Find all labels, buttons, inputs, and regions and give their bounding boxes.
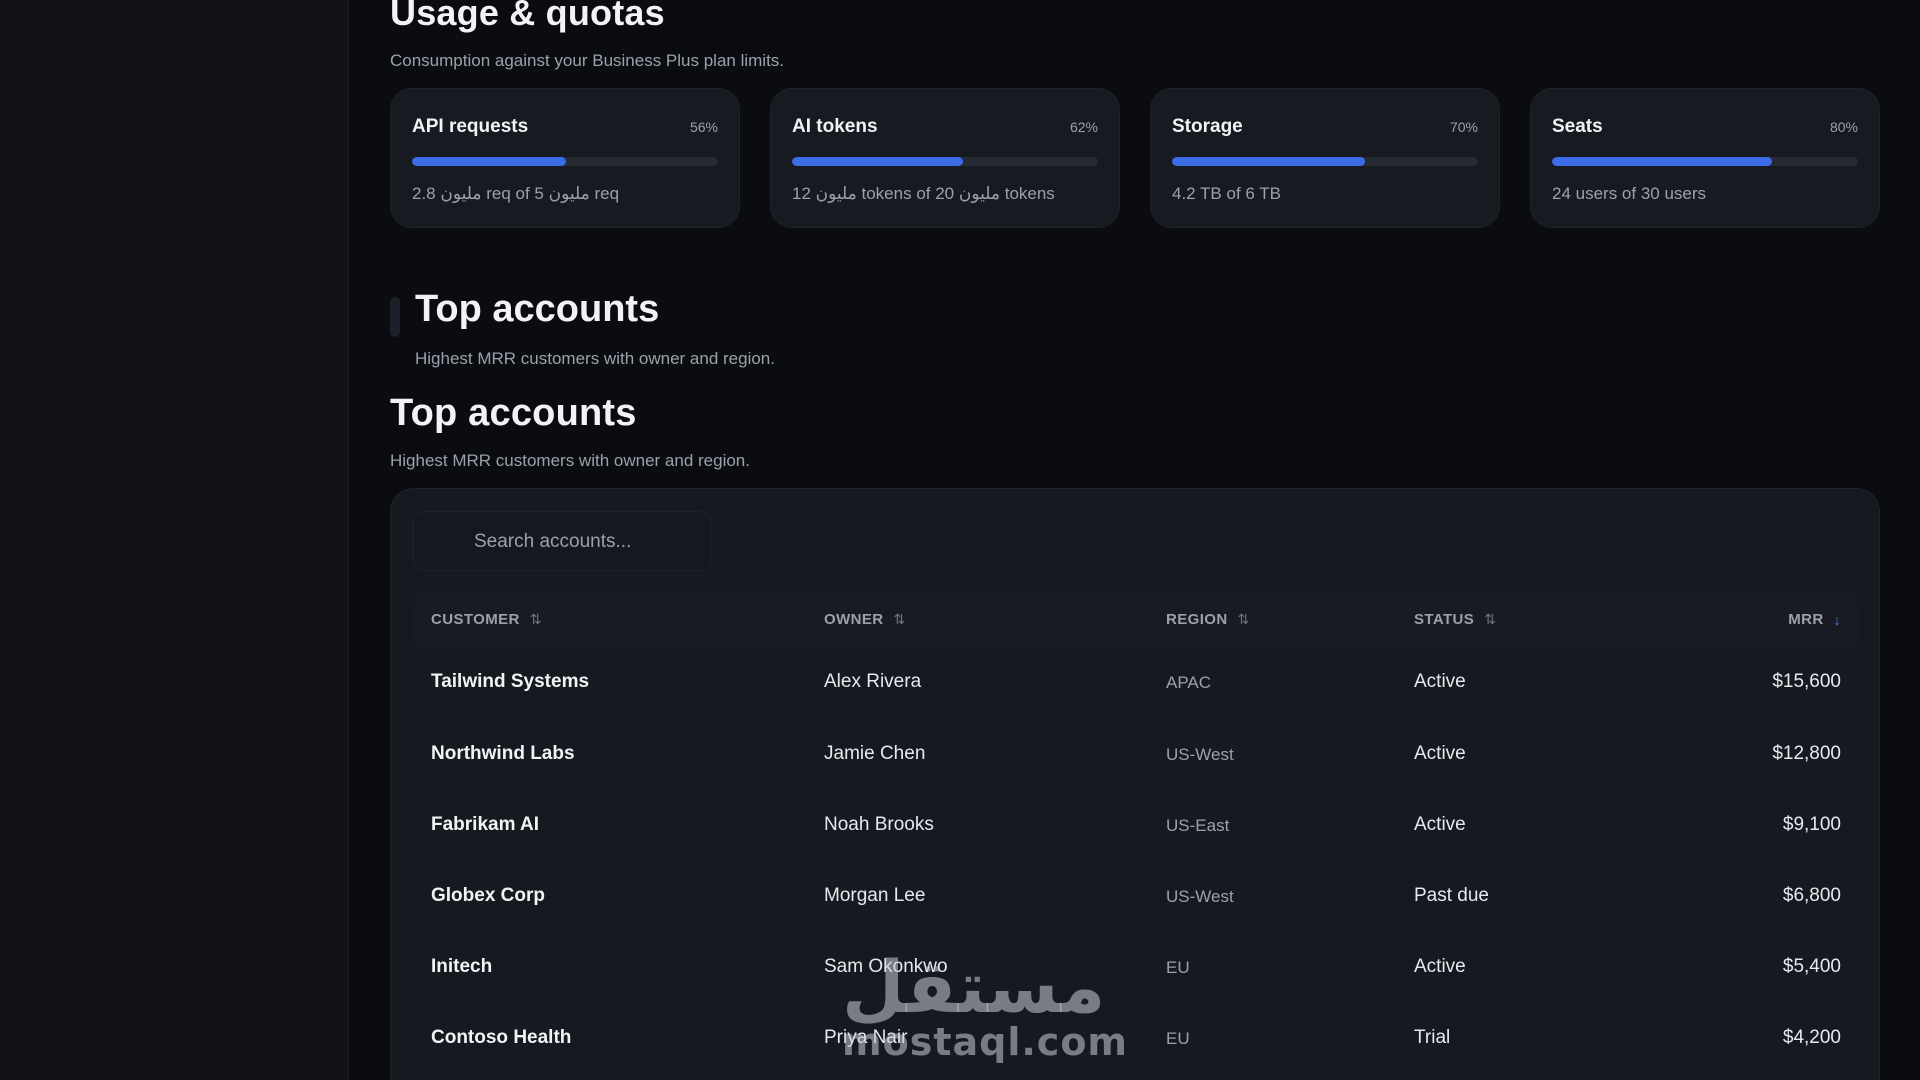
usage-card-ai-tokens: AI tokens 62% 12 مليون tokens of 20 مليو… <box>770 88 1120 228</box>
cell-owner: Alex Rivera <box>824 671 922 692</box>
column-label: REGION <box>1166 611 1228 628</box>
usage-progress-fill <box>412 157 567 166</box>
usage-progress-fill <box>1172 157 1365 166</box>
section-accent-bar <box>390 297 400 337</box>
usage-progress-track <box>792 157 1098 166</box>
usage-card-detail: 2.8 مليون req of 5 مليون req <box>412 184 620 203</box>
cell-owner: Noah Brooks <box>824 814 934 835</box>
sidebar <box>0 0 349 1080</box>
column-label: MRR <box>1788 611 1824 628</box>
column-label: CUSTOMER <box>431 611 520 628</box>
table-row[interactable]: Tailwind Systems Alex Rivera APAC Active… <box>413 647 1859 718</box>
usage-title: Usage & quotas <box>390 0 665 33</box>
sort-icon[interactable]: ⇅ <box>530 611 542 628</box>
usage-cards: API requests 56% 2.8 مليون req of 5 مليو… <box>390 88 1880 228</box>
usage-progress-track <box>1552 157 1858 166</box>
cell-owner: Morgan Lee <box>824 885 926 906</box>
usage-card-detail: 24 users of 30 users <box>1552 184 1707 203</box>
top-accounts-subtitle: Highest MRR customers with owner and reg… <box>390 451 750 470</box>
cell-region: APAC <box>1166 673 1212 692</box>
main-content: Usage & quotas Consumption against your … <box>390 0 1880 1080</box>
cell-customer: Contoso Health <box>431 1027 572 1048</box>
usage-card-storage: Storage 70% 4.2 TB of 6 TB <box>1150 88 1500 228</box>
usage-progress-fill <box>792 157 963 166</box>
sort-icon[interactable]: ⇅ <box>1484 611 1496 628</box>
cell-mrr: $5,400 <box>1782 956 1841 977</box>
cell-owner: Jamie Chen <box>824 743 926 764</box>
cell-mrr: $9,100 <box>1782 814 1841 835</box>
cell-region: US-East <box>1166 816 1230 835</box>
cell-status: Active <box>1414 956 1466 977</box>
table-row[interactable]: Fabrikam AI Noah Brooks US-East Active $… <box>413 789 1859 860</box>
table-row[interactable]: Contoso Health Priya Nair EU Trial $4,20… <box>413 1002 1859 1073</box>
usage-progress-track <box>1172 157 1478 166</box>
column-header-customer[interactable]: CUSTOMER ⇅ <box>431 611 542 628</box>
top-accounts-title: Top accounts <box>390 392 637 434</box>
usage-card-title: Storage <box>1172 116 1243 137</box>
usage-card-percent: 80% <box>1829 119 1858 135</box>
usage-card-seats: Seats 80% 24 users of 30 users <box>1530 88 1880 228</box>
sort-desc-icon[interactable]: ↓ <box>1834 612 1841 628</box>
cell-owner: Sam Okonkwo <box>824 956 948 977</box>
table-row[interactable]: Initech Sam Okonkwo EU Active $5,400 <box>413 931 1859 1002</box>
cell-mrr: $12,800 <box>1772 743 1841 764</box>
table-row[interactable]: Northwind Labs Jamie Chen US-West Active… <box>413 718 1859 789</box>
usage-card-title: API requests <box>412 116 529 137</box>
cell-region: US-West <box>1166 887 1234 906</box>
search-placeholder[interactable]: Search accounts... <box>474 531 631 553</box>
table-header: CUSTOMER ⇅ OWNER ⇅ REGION ⇅ STATUS ⇅ MRR… <box>413 591 1859 647</box>
table-row[interactable]: Globex Corp Morgan Lee US-West Past due … <box>413 860 1859 931</box>
cell-status: Past due <box>1414 885 1489 906</box>
cell-mrr: $15,600 <box>1772 671 1841 692</box>
sort-icon[interactable]: ⇅ <box>1238 611 1250 628</box>
search-accounts-input[interactable]: Search accounts... <box>413 511 711 571</box>
top-accounts-heading-duplicate: Top accounts <box>415 288 660 330</box>
cell-mrr: $6,800 <box>1782 885 1841 906</box>
usage-card-title: Seats <box>1552 116 1603 137</box>
column-header-mrr[interactable]: MRR ↓ <box>1788 611 1841 628</box>
column-header-owner[interactable]: OWNER ⇅ <box>824 611 906 628</box>
column-header-status[interactable]: STATUS ⇅ <box>1414 611 1496 628</box>
app: Usage & quotas Consumption against your … <box>0 0 1920 1080</box>
usage-progress-fill <box>1552 157 1773 166</box>
usage-card-detail: 4.2 TB of 6 TB <box>1172 184 1281 203</box>
accounts-table: CUSTOMER ⇅ OWNER ⇅ REGION ⇅ STATUS ⇅ MRR… <box>413 591 1859 1073</box>
table-body: Tailwind Systems Alex Rivera APAC Active… <box>413 647 1859 1073</box>
sort-icon[interactable]: ⇅ <box>894 611 906 628</box>
cell-status: Active <box>1414 743 1466 764</box>
cell-status: Trial <box>1414 1027 1451 1048</box>
usage-card-percent: 70% <box>1449 119 1478 135</box>
column-label: STATUS <box>1414 611 1475 628</box>
column-label: OWNER <box>824 611 884 628</box>
usage-card-api-requests: API requests 56% 2.8 مليون req of 5 مليو… <box>390 88 740 228</box>
cell-customer: Initech <box>431 956 493 977</box>
usage-card-percent: 56% <box>689 119 718 135</box>
cell-customer: Tailwind Systems <box>431 671 590 692</box>
cell-region: EU <box>1166 958 1190 977</box>
cell-customer: Northwind Labs <box>431 743 575 764</box>
cell-region: EU <box>1166 1029 1190 1048</box>
cell-owner: Priya Nair <box>824 1027 908 1048</box>
cell-customer: Fabrikam AI <box>431 814 540 835</box>
usage-card-percent: 62% <box>1069 119 1098 135</box>
top-accounts-subtitle-duplicate: Highest MRR customers with owner and reg… <box>415 349 775 368</box>
usage-card-detail: 12 مليون tokens of 20 مليون tokens <box>792 184 1055 203</box>
cell-mrr: $4,200 <box>1782 1027 1841 1048</box>
cell-region: US-West <box>1166 745 1234 764</box>
usage-card-title: AI tokens <box>792 116 878 137</box>
cell-customer: Globex Corp <box>431 885 546 906</box>
cell-status: Active <box>1414 814 1466 835</box>
column-header-region[interactable]: REGION ⇅ <box>1166 611 1250 628</box>
usage-progress-track <box>412 157 718 166</box>
cell-status: Active <box>1414 671 1466 692</box>
accounts-panel: Search accounts... CUSTOMER ⇅ OWNER ⇅ RE… <box>390 488 1880 1080</box>
usage-subtitle: Consumption against your Business Plus p… <box>390 51 785 70</box>
